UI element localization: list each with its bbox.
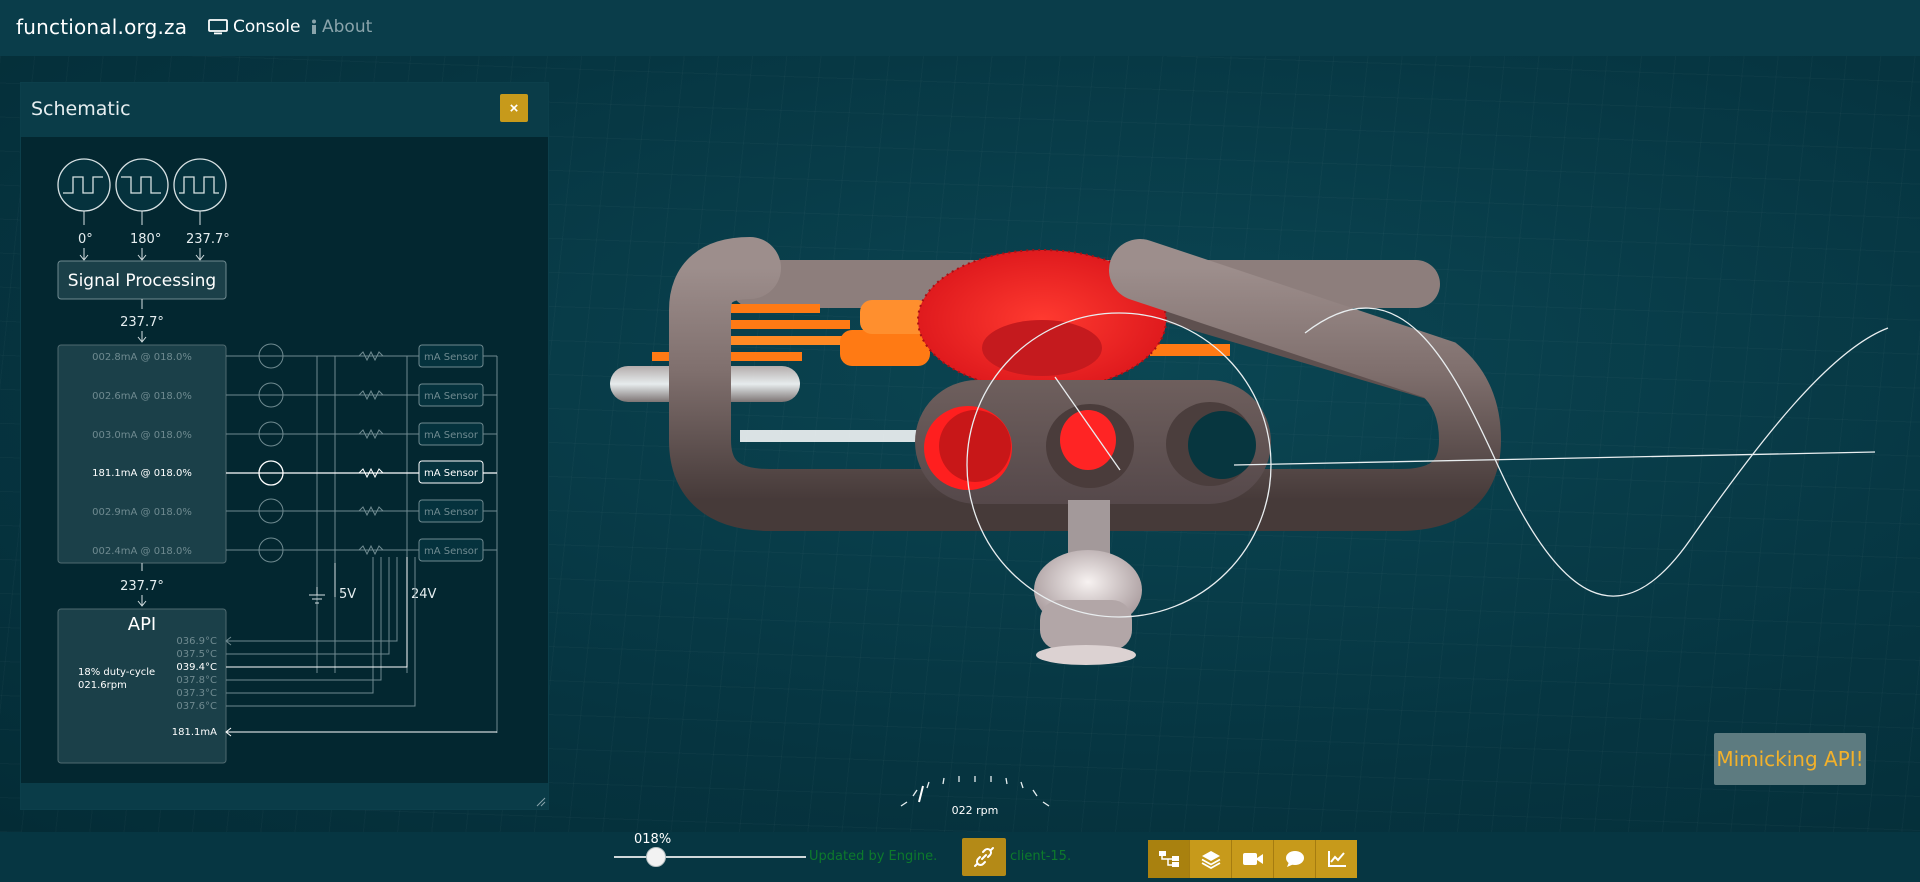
api-duty-cycle: 18% duty-cycle <box>78 667 155 678</box>
sensor-label: mA Sensor <box>424 546 479 557</box>
signal-processing-label: Signal Processing <box>68 271 216 291</box>
temp-reading-active: 039.4°C <box>176 662 217 673</box>
schematic-toggle-button[interactable] <box>1148 840 1190 878</box>
waveform-generator-0 <box>57 158 111 212</box>
sp-output-angle: 237.7° <box>120 315 164 330</box>
panel-footer <box>21 783 548 809</box>
api-current: 181.1mA <box>172 727 217 738</box>
camera-button[interactable] <box>1232 840 1274 878</box>
api-title: API <box>128 614 156 635</box>
channel-label: 003.0mA @ 018.0% <box>92 430 192 441</box>
update-status-text: Updated by Engine. <box>809 849 938 864</box>
schematic-diagram: 0° 180° 237.7° Signal Processing 237.7° … <box>57 158 498 764</box>
gauge-needle <box>918 785 924 803</box>
waveform-generator-237 <box>173 158 227 212</box>
panel-title: Schematic <box>31 98 131 120</box>
chat-button[interactable] <box>1274 840 1316 878</box>
rpm-readout: 022 rpm <box>952 804 999 817</box>
nav-console-link[interactable]: Console <box>208 17 301 37</box>
nav-about-label: About <box>322 17 373 37</box>
view-toolbar <box>1148 840 1357 878</box>
video-camera-icon <box>1242 853 1263 865</box>
link-icon <box>974 847 994 867</box>
schematic-icon <box>1158 851 1179 867</box>
schematic-panel[interactable]: Schematic × 0° 180° 237.7° Signal Proces… <box>20 82 549 810</box>
waveform-generator-180 <box>115 158 169 212</box>
phase-label-0: 0° <box>78 232 93 247</box>
layers-button[interactable] <box>1190 840 1232 878</box>
temp-reading: 037.5°C <box>176 649 217 660</box>
sensor-label: mA Sensor <box>424 352 479 363</box>
temp-reading: 037.8°C <box>176 675 217 686</box>
sensor-label: mA Sensor <box>424 507 479 518</box>
channel-bank <box>57 344 227 564</box>
phase-label-237: 237.7° <box>186 232 230 247</box>
close-panel-button[interactable]: × <box>500 94 528 122</box>
chart-button[interactable] <box>1316 840 1357 878</box>
connection-toggle-button[interactable] <box>962 838 1006 876</box>
channel-label: 002.6mA @ 018.0% <box>92 391 192 402</box>
info-icon <box>312 19 316 34</box>
duty-slider-track[interactable] <box>614 856 806 858</box>
nav-about-link[interactable]: About <box>310 17 372 37</box>
channel-label: 002.4mA @ 018.0% <box>92 546 192 557</box>
sensor-label-active: mA Sensor <box>424 468 479 479</box>
temp-reading: 037.3°C <box>176 688 217 699</box>
temp-reading: 037.6°C <box>176 701 217 712</box>
sensor-label: mA Sensor <box>424 391 479 402</box>
phase-label-180: 180° <box>130 232 161 247</box>
chat-icon <box>1285 851 1304 867</box>
gauge-ticks <box>900 776 1050 807</box>
channel-label: 181.1mA @ 018.0% <box>92 468 192 479</box>
panel-header[interactable]: Schematic × <box>21 83 548 137</box>
nav-console-label: Console <box>233 17 301 37</box>
bottom-control-bar <box>0 832 1920 882</box>
client-id-text: client-15. <box>1010 849 1072 864</box>
top-navbar: functional.org.za Console About <box>0 0 1920 56</box>
temp-reading: 036.9°C <box>176 636 217 647</box>
bank-output-angle: 237.7° <box>120 579 164 594</box>
resize-handle-icon[interactable] <box>536 797 546 807</box>
duty-slider-thumb[interactable] <box>645 847 666 867</box>
rail-5v-label: 5V <box>339 587 356 602</box>
monitor-icon <box>208 19 228 35</box>
mimic-status-badge: Mimicking API! <box>1714 733 1866 785</box>
api-rpm: 021.6rpm <box>78 680 127 691</box>
chart-icon <box>1327 851 1346 867</box>
channel-label: 002.9mA @ 018.0% <box>92 507 192 518</box>
brand-link[interactable]: functional.org.za <box>16 15 187 39</box>
duty-percent-label: 018% <box>634 832 672 847</box>
rpm-gauge: 022 rpm <box>900 776 1050 817</box>
channel-label: 002.8mA @ 018.0% <box>92 352 192 363</box>
layers-icon <box>1201 851 1220 869</box>
sensor-label: mA Sensor <box>424 430 479 441</box>
